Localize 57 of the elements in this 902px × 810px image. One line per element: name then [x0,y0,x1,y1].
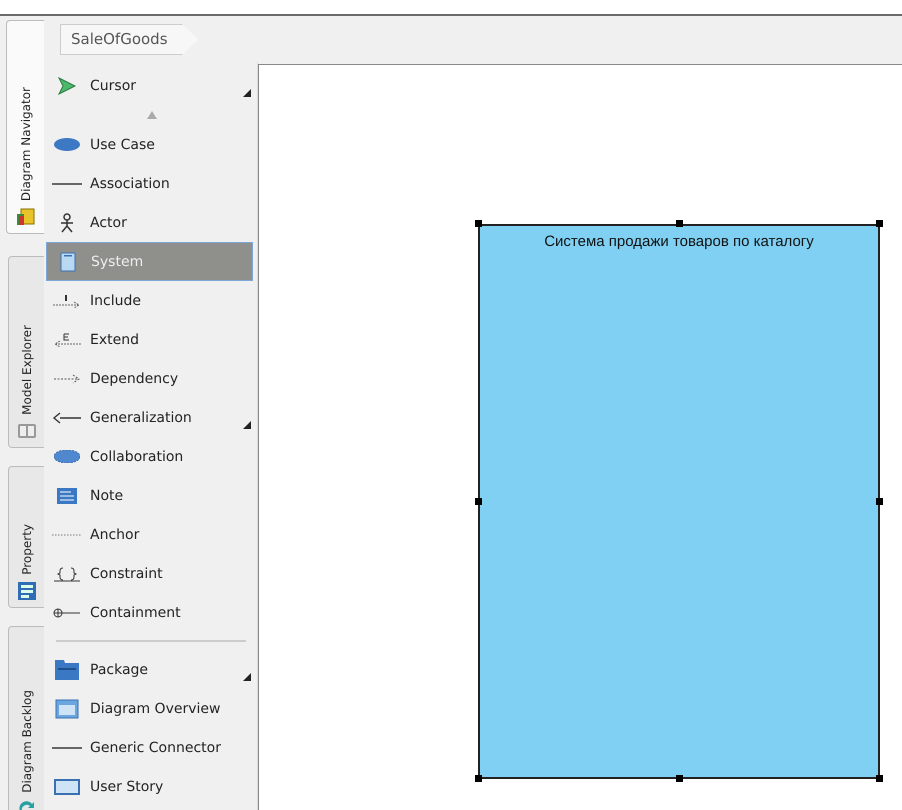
palette-tool[interactable]: Dependency [46,359,253,398]
containment-icon [52,606,82,618]
side-tab[interactable]: Model Explorer [8,256,44,448]
side-tab[interactable]: Diagram Backlog [8,626,44,810]
dashed-arrow-icon [52,332,82,346]
properties-icon [16,581,36,601]
dashed-arrow-icon [52,294,82,308]
resize-handle[interactable] [876,220,883,227]
side-tab[interactable]: Diagram Navigator [6,20,44,234]
expand-corner-icon[interactable] [243,673,251,681]
book-icon [16,421,36,441]
note-icon [56,486,78,504]
line-icon [52,182,82,186]
palette-tool[interactable]: Containment [46,593,253,632]
system-boundary[interactable]: Система продажи товаров по каталогу [478,224,880,779]
dashed-arrow-icon [52,372,82,384]
ellipse-icon [54,138,80,151]
stick-figure-icon [60,212,74,232]
resize-handle[interactable] [475,498,482,505]
system-name: Система продажи товаров по каталогу [544,232,814,251]
expand-corner-icon[interactable] [243,89,251,97]
expand-corner-icon[interactable] [243,421,251,429]
breadcrumb[interactable]: SaleOfGoods [60,24,199,55]
palette-tool[interactable]: Extend [46,320,253,359]
resize-handle[interactable] [676,775,683,782]
palette-tool[interactable]: Constraint [46,554,253,593]
palette-tool[interactable]: Package [46,650,253,689]
palette-tool[interactable]: Association [46,164,253,203]
arrow-icon [52,412,82,424]
diagram-window-icon [55,698,79,718]
palette-tool[interactable]: Note [46,476,253,515]
palette-tool[interactable]: Include [46,281,253,320]
palette-tool[interactable]: Actor [46,203,253,242]
palette-tool[interactable]: Generic Connector [46,728,253,767]
folder-icon [54,658,80,680]
line-icon [52,746,82,750]
resize-handle[interactable] [475,220,482,227]
diagram-canvas[interactable]: Система продажи товаров по каталогу [258,64,902,810]
scroll-up-icon[interactable] [146,111,156,119]
palette-tool[interactable]: Anchor [46,515,253,554]
braces-icon [52,566,82,582]
palette-tool[interactable]: Collaboration [46,437,253,476]
palette-tool[interactable]: Diagram Overview [46,689,253,728]
resize-handle[interactable] [676,220,683,227]
palette-tool[interactable]: Use Case [46,125,253,164]
resize-handle[interactable] [876,775,883,782]
cursor-icon [57,76,77,96]
palette-tool[interactable]: Cursor [46,66,253,105]
rectangle-icon [60,252,76,272]
side-tab[interactable]: Property [8,466,44,608]
dotted-line-icon [52,532,82,536]
palette-tool[interactable]: User Story [46,767,253,806]
resize-handle[interactable] [475,775,482,782]
palette-tool[interactable]: Generalization [46,398,253,437]
card-icon [54,778,80,794]
resize-handle[interactable] [876,498,883,505]
diagram-icon [16,207,36,227]
